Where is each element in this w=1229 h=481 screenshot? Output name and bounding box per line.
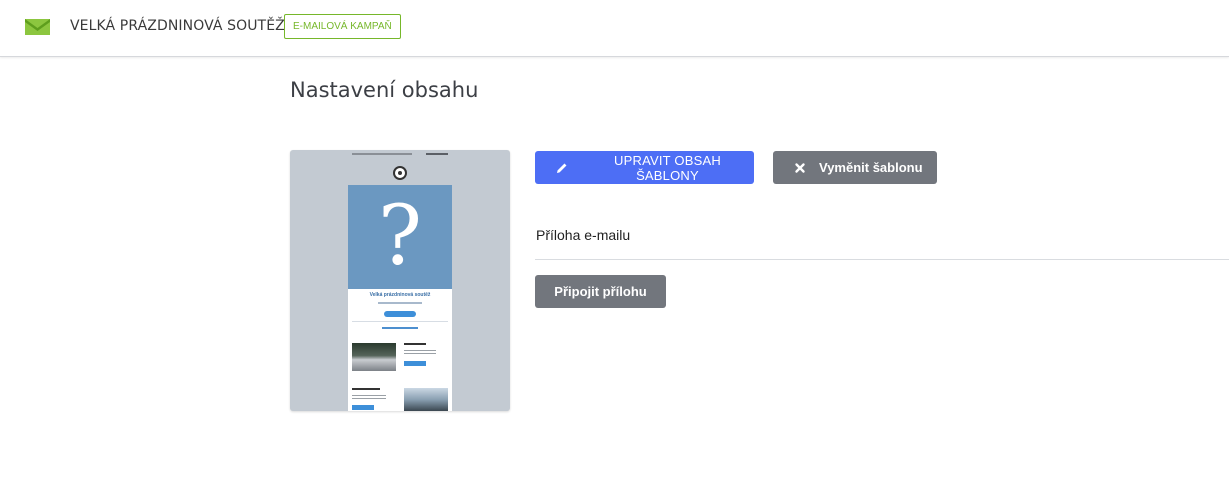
edit-template-button[interactable]: UPRAVIT OBSAH ŠABLONY [535, 151, 754, 184]
attachment-section-label: Příloha e-mailu [536, 227, 631, 243]
preview-item-text [404, 350, 436, 356]
preview-link [382, 327, 418, 329]
top-bar: VELKÁ PRÁZDNINOVÁ SOUTĚŽ E-MAILOVÁ KAMPA… [0, 0, 1229, 57]
preview-item-button [352, 405, 374, 410]
preview-preheader [352, 153, 412, 155]
attachment-divider [535, 259, 1229, 260]
swap-template-label: Vyměnit šablonu [819, 160, 923, 175]
attach-file-button[interactable]: Připojit přílohu [535, 275, 666, 308]
preview-car-image [352, 343, 396, 371]
preview-subtext [378, 302, 422, 304]
swap-template-button[interactable]: Vyměnit šablonu [773, 151, 937, 184]
attach-file-label: Připojit přílohu [554, 284, 647, 299]
page-title: Nastavení obsahu [290, 78, 479, 102]
preview-item-title [404, 343, 426, 345]
edit-template-label: UPRAVIT OBSAH ŠABLONY [614, 152, 721, 183]
preview-heading: Velká prázdninová soutěž [369, 292, 431, 298]
preview-hero-image: ? [348, 185, 452, 289]
envelope-icon [25, 19, 50, 35]
preview-item-text [352, 395, 386, 401]
preview-item-title [352, 388, 380, 390]
template-preview[interactable]: ? Velká prázdninová soutěž [290, 150, 510, 411]
preview-email-body: ? Velká prázdninová soutěž [348, 185, 452, 411]
preview-divider [352, 321, 448, 322]
preview-web-link [426, 153, 448, 155]
preview-interior-image [404, 388, 448, 411]
preview-cta-button [384, 311, 416, 317]
campaign-type-badge: E-MAILOVÁ KAMPAŇ [284, 14, 401, 39]
close-icon [795, 162, 805, 173]
campaign-title: VELKÁ PRÁZDNINOVÁ SOUTĚŽ [70, 18, 285, 34]
pencil-icon [556, 163, 567, 173]
preview-item-button [404, 361, 426, 366]
preview-logo-icon [393, 166, 407, 180]
